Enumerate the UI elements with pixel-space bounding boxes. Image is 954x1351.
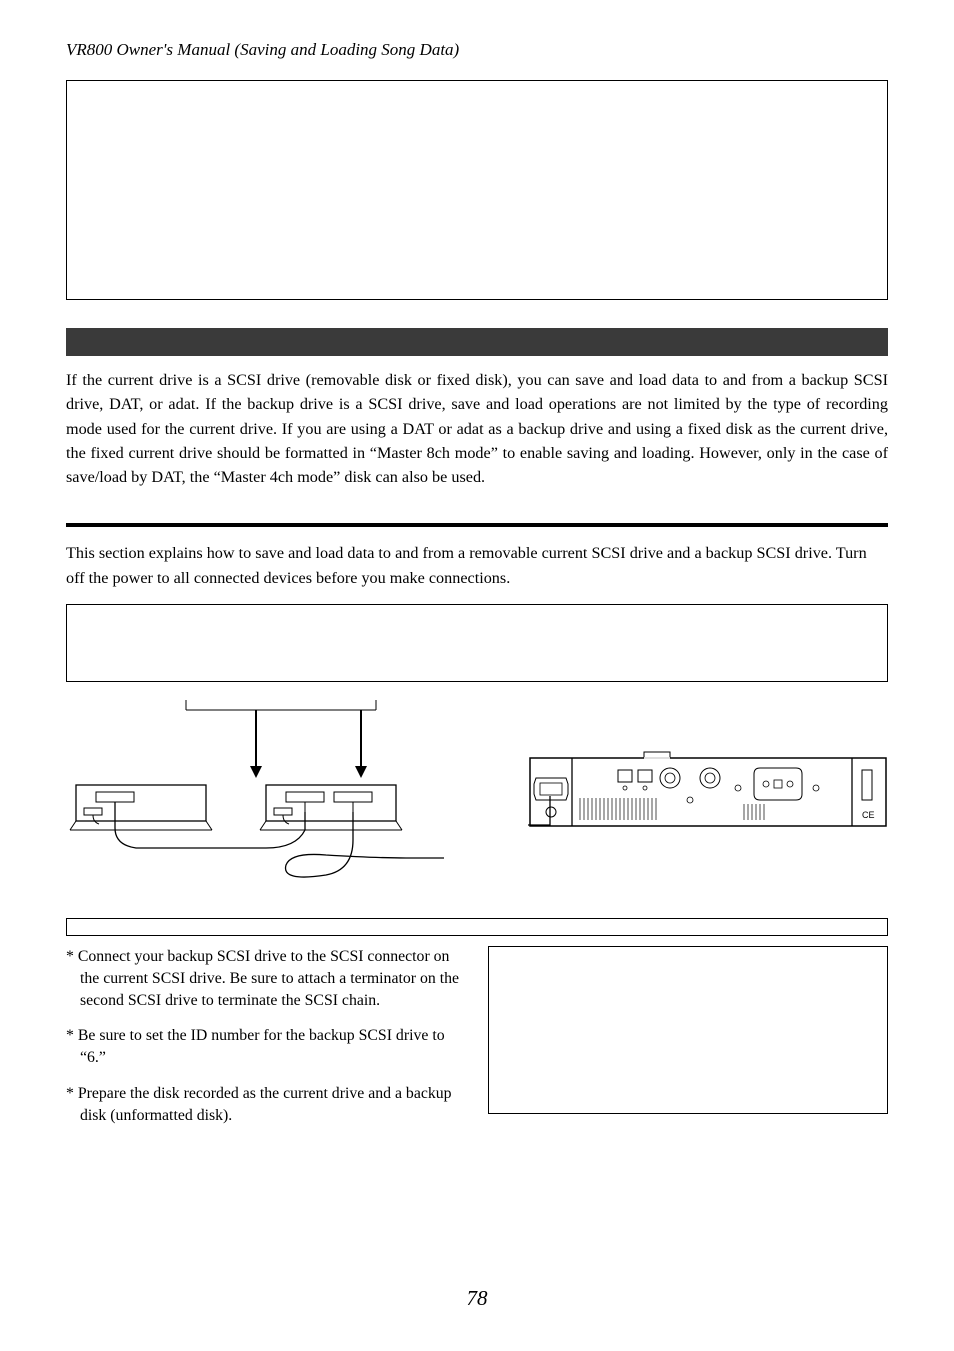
blank-box-right [488, 946, 888, 1114]
scsi-drive-diagram [66, 700, 446, 900]
page-number: 78 [0, 1286, 954, 1311]
horizontal-rule [66, 523, 888, 527]
svg-text:CE: CE [862, 810, 875, 820]
section-divider-bar [66, 328, 888, 356]
intro-paragraph: If the current drive is a SCSI drive (re… [66, 368, 888, 489]
bullet-2: * Be sure to set the ID number for the b… [66, 1025, 466, 1069]
bullet-3: * Prepare the disk recorded as the curre… [66, 1083, 466, 1127]
bullet-1: * Connect your backup SCSI drive to the … [66, 946, 466, 1011]
bullet-list: * Connect your backup SCSI drive to the … [66, 946, 466, 1141]
page-header: VR800 Owner's Manual (Saving and Loading… [66, 40, 888, 60]
section-paragraph: This section explains how to save and lo… [66, 541, 888, 590]
blank-box-thin [66, 918, 888, 936]
vr800-rear-diagram: CE [528, 740, 888, 860]
blank-box-mid [66, 604, 888, 682]
blank-box-top [66, 80, 888, 300]
